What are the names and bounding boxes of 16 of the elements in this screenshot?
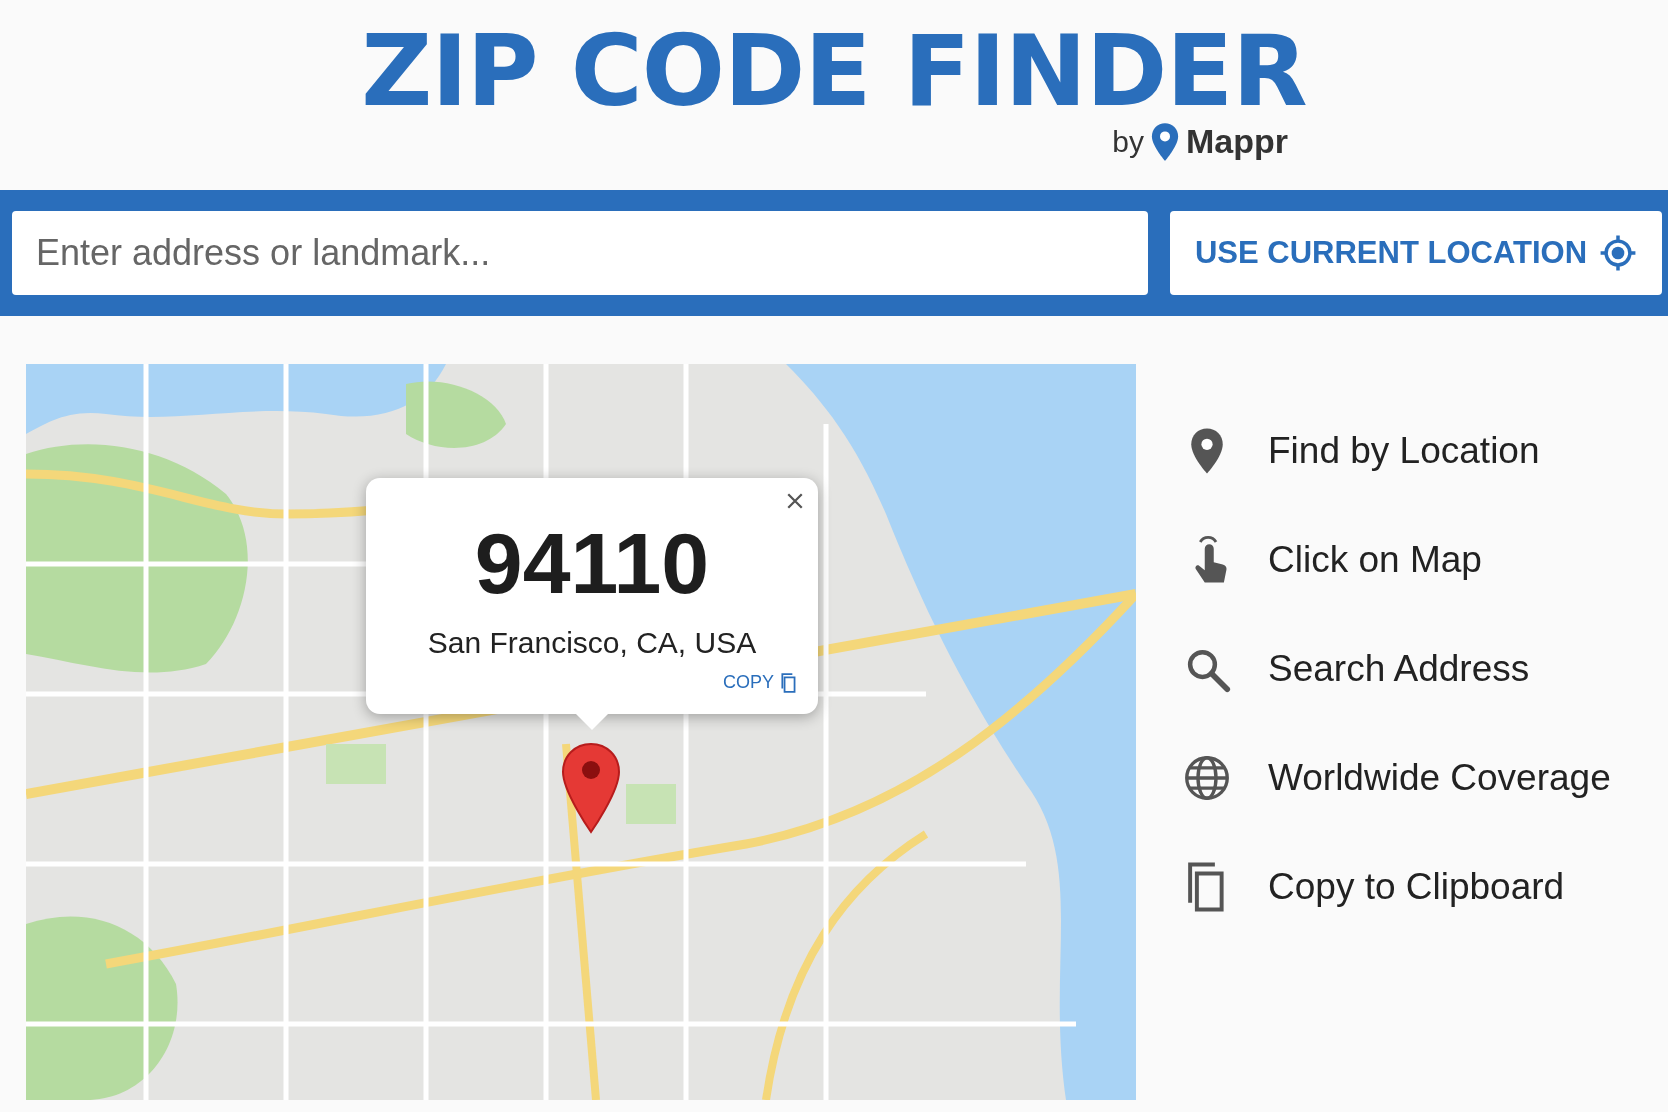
crosshair-icon: [1599, 234, 1638, 272]
byline-text: by: [1112, 124, 1144, 159]
feature-label: Click on Map: [1268, 539, 1482, 581]
feature-label: Find by Location: [1268, 430, 1540, 472]
copy-icon: [780, 672, 798, 693]
place-name: San Francisco, CA, USA: [427, 626, 757, 660]
map-pin-icon: [561, 742, 621, 834]
zip-code: 94110: [474, 520, 710, 606]
pin-icon: [1150, 121, 1180, 162]
feature-label: Copy to Clipboard: [1268, 866, 1565, 908]
feature-label: Worldwide Coverage: [1268, 757, 1611, 799]
feature-label: Search Address: [1268, 648, 1530, 690]
copy-button[interactable]: COPY: [721, 670, 800, 695]
use-location-button[interactable]: USE CURRENT LOCATION: [1170, 211, 1662, 295]
search-field[interactable]: Enter address or landmark...: [12, 211, 1148, 295]
close-icon[interactable]: [786, 492, 804, 510]
